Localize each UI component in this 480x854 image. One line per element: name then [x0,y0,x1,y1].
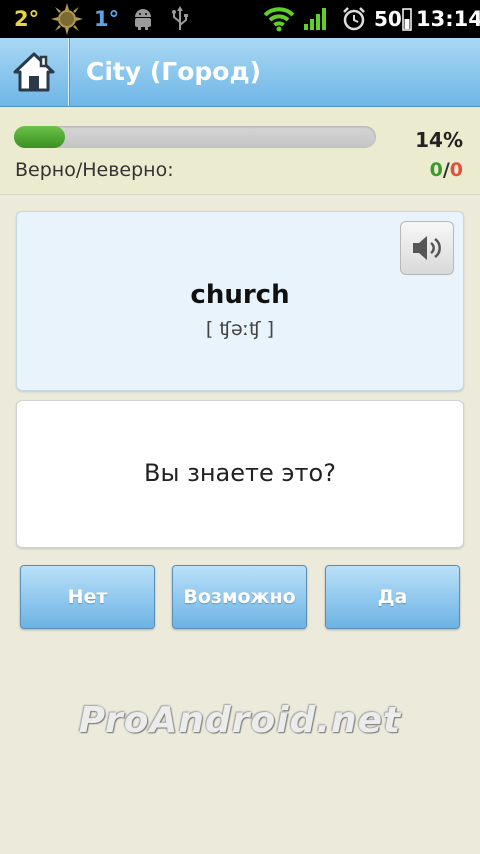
home-icon [13,52,55,92]
usb-icon [170,0,190,38]
correct-count: 0 [429,159,443,181]
weather-temp-1: 2° [14,7,40,31]
word-transcription: [ ʧəːʧ ] [205,318,275,340]
battery-icon [402,0,412,38]
progress-panel: 14% Верно/Неверно: 0/0 [0,107,480,195]
score-label: Верно/Неверно: [15,159,174,181]
home-button[interactable] [0,38,69,106]
watermark: ProAndroid.net [78,700,402,741]
wrong-count: 0 [449,159,463,181]
status-bar: 2° 1° 50 13:14 [0,0,480,38]
yes-button[interactable]: Да [325,565,460,629]
weather-temp-2: 1° [94,7,120,31]
progress-fill [14,126,65,148]
question-card: Вы знаете это? [16,400,464,548]
question-text: Вы знаете это? [144,459,336,487]
no-button[interactable]: Нет [20,565,155,629]
progress-bar [14,126,376,148]
clock: 13:14 [416,7,480,31]
sun-icon [50,0,84,38]
play-sound-button[interactable] [400,221,454,275]
android-icon [132,0,154,38]
progress-percent: 14% [415,128,463,152]
score-value: 0/0 [430,159,463,181]
score-separator: / [442,159,450,181]
signal-icon [303,0,329,38]
app-header: City (Город) [0,38,480,107]
battery-level: 50 [374,7,402,31]
maybe-button[interactable]: Возможно [172,565,307,629]
word-text: church [190,280,290,310]
wifi-icon [263,0,295,38]
alarm-icon [341,0,367,38]
word-card: church [ ʧəːʧ ] [16,211,464,391]
page-title: City (Город) [86,57,262,86]
speaker-icon [413,236,441,260]
